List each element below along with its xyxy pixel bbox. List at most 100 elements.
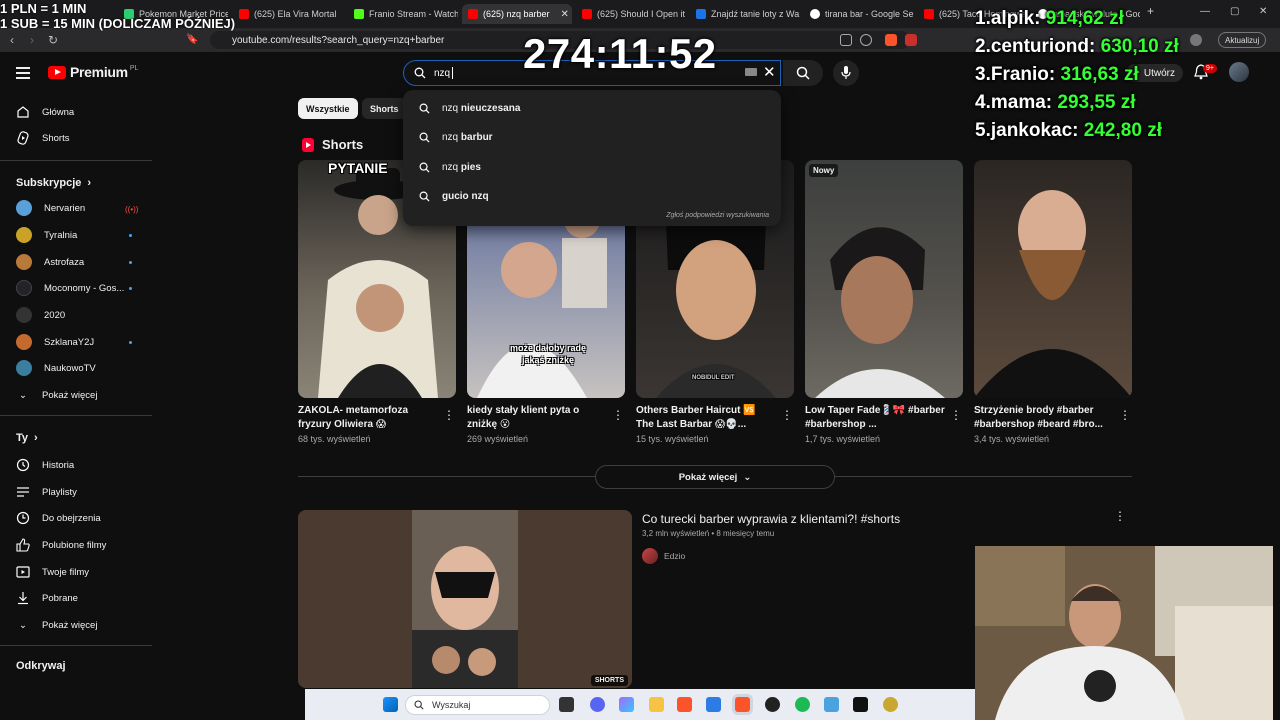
task-view-icon[interactable] [559,697,574,712]
brave-icon[interactable] [677,697,692,712]
sidebar-subscription[interactable]: Moconomy - Gos... [16,277,124,299]
bookmark-icon[interactable]: 🔖 [186,34,198,45]
sidebar-subscription[interactable]: 2020 [16,304,65,326]
cast-icon[interactable] [840,34,852,46]
short-thumbnail[interactable] [974,160,1132,398]
obs-icon[interactable] [765,697,780,712]
sidebar-divider [0,415,152,416]
more-options-icon[interactable]: ⋮ [1119,408,1131,422]
short-card[interactable]: Nowy Low Taper Fade💈🎀 #barber #barbersho… [805,160,963,444]
spotify-icon[interactable] [795,697,810,712]
close-tab-icon[interactable]: ✕ [561,9,569,20]
taskbar-search[interactable]: Wyszukaj [405,695,550,715]
sidebar-section-you[interactable]: Ty › [16,432,38,444]
youtube-favicon-icon [582,9,592,19]
youtube-favicon-icon [924,9,934,19]
browser-tab[interactable]: (625) Ela Vira Mortal [233,4,343,24]
account-avatar[interactable] [1229,62,1249,82]
more-options-icon[interactable]: ⋮ [1114,509,1126,523]
video-title[interactable]: Co turecki barber wyprawia z klientami?!… [642,512,900,526]
short-title[interactable]: ZAKOLA- metamorfoza fryzury Oliwiera 😱 [298,404,438,432]
download-icon [16,591,30,605]
forward-icon[interactable]: › [30,33,34,47]
search-suggestion[interactable]: nzq nieuczesana [403,94,781,122]
more-options-icon[interactable]: ⋮ [781,408,793,422]
sidebar-item-playlists[interactable]: Playlisty [16,481,77,503]
sidebar-subscription[interactable]: Astrofaza [16,251,84,273]
browser-tab[interactable]: (625) Should I Open it [576,4,686,24]
capcut-icon[interactable] [853,697,868,712]
chip-shorts[interactable]: Shorts [362,98,407,119]
sidebar-section-explore: Odkrywaj [16,660,66,672]
browser-tab-active[interactable]: (625) nzq barber ✕ [462,4,572,24]
close-window-icon[interactable]: ✕ [1259,6,1267,17]
sidebar-item-shorts[interactable]: Shorts [16,127,69,149]
clear-search-icon[interactable]: ✕ [763,63,776,81]
video-channel[interactable]: Edzio [642,548,685,564]
sidebar-item-your-videos[interactable]: Twoje filmy [16,561,89,583]
short-card[interactable]: Strzyżenie brody #barber #barbershop #be… [974,160,1132,444]
reload-icon[interactable]: ↻ [48,33,58,47]
shorts-icon [302,137,314,152]
extension-icon[interactable] [1190,34,1202,46]
maximize-icon[interactable]: ▢ [1230,6,1239,17]
app-icon[interactable] [619,697,634,712]
sidebar-section-subscriptions[interactable]: Subskrypcje › [16,177,91,189]
browser-tab[interactable]: Franio Stream - Watch [348,4,458,24]
store-icon[interactable] [706,697,721,712]
notepad-icon[interactable] [824,697,839,712]
search-button[interactable] [783,60,823,86]
chevron-down-icon: ⌄ [19,389,27,401]
browser-tab[interactable]: tirana bar - Google Se [804,4,914,24]
sidebar-show-more-you[interactable]: ⌄ Pokaż więcej [16,614,97,636]
sidebar-item-downloads[interactable]: Pobrane [16,587,78,609]
report-suggestions-link[interactable]: Zgłoś podpowiedzi wyszukiwania [666,212,769,219]
sidebar-subscription[interactable]: NaukowoTV [16,357,96,379]
share-icon[interactable] [860,34,872,46]
search-suggestion[interactable]: nzq pies [403,153,781,181]
voice-search-button[interactable] [833,60,859,86]
leaderboard-row: 1.alpik: 914,62 zł [975,8,1124,29]
sidebar-show-more-subscriptions[interactable]: ⌄ Pokaż więcej [16,384,97,406]
sidebar-subscription[interactable]: SzklanaY2J [16,331,94,353]
sidebar-item-home[interactable]: Główna [16,101,74,123]
short-title[interactable]: kiedy stały klient pyta o zniżkę 😮 [467,404,607,432]
short-thumbnail[interactable]: Nowy [805,160,963,398]
sidebar-subscription[interactable]: Tyralnia [16,224,77,246]
short-title[interactable]: Strzyżenie brody #barber #barbershop #be… [974,404,1114,432]
search-suggestion[interactable]: gucio nzq [403,182,781,210]
sidebar-item-history[interactable]: Historia [16,454,74,476]
discord-icon[interactable] [590,697,605,712]
brave-active-icon[interactable] [735,697,750,712]
more-options-icon[interactable]: ⋮ [443,408,455,422]
app-icon[interactable] [883,697,898,712]
search-icon [419,132,430,143]
new-tab-button[interactable]: + [1147,4,1154,18]
more-options-icon[interactable]: ⋮ [612,408,624,422]
youtube-play-icon [48,65,66,79]
minimize-icon[interactable]: — [1200,6,1210,17]
home-icon [16,105,30,119]
new-content-dot [129,287,132,290]
search-suggestion[interactable]: nzq barbur [403,123,781,151]
chip-all[interactable]: Wszystkie [298,98,358,119]
menu-icon[interactable] [16,67,30,79]
sidebar-item-watch-later[interactable]: Do obejrzenia [16,507,101,529]
short-title[interactable]: Others Barber Haircut 🆚 The Last Barbar … [636,404,776,432]
more-options-icon[interactable]: ⋮ [950,408,962,422]
short-title[interactable]: Low Taper Fade💈🎀 #barber #barbershop ... [805,404,945,432]
sidebar-item-liked[interactable]: Polubione filmy [16,534,106,556]
extension-icon[interactable] [905,34,917,46]
file-explorer-icon[interactable] [649,697,664,712]
sidebar-subscription[interactable]: Nervarien [16,197,85,219]
youtube-logo[interactable]: Premium PL [48,64,138,80]
video-thumbnail[interactable]: SHORTS [298,510,632,688]
browser-tab[interactable]: Znajdź tanie loty z Wa [690,4,800,24]
update-browser-button[interactable]: Aktualizuj [1218,32,1267,48]
back-icon[interactable]: ‹ [10,33,14,47]
show-more-shorts-button[interactable]: Pokaż więcej ⌄ [595,465,835,489]
search-icon [796,66,810,80]
keyboard-icon[interactable] [745,68,757,76]
windows-start-icon[interactable] [383,697,398,712]
extension-icon[interactable] [885,34,897,46]
